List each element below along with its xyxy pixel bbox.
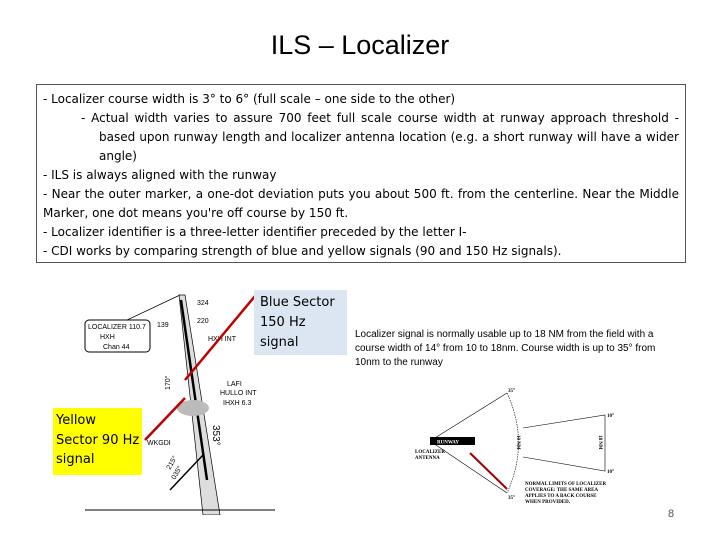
callout-line: 150 Hz bbox=[260, 315, 306, 330]
distance-label: 10 NM bbox=[515, 435, 520, 450]
approach-chart-image: LOCALIZER 110.7 HXH Chan 44 324 220 139 … bbox=[84, 294, 275, 515]
page-number: 8 bbox=[668, 508, 675, 520]
caption-line: NORMAL LIMITS OF LOCALIZER bbox=[525, 482, 606, 487]
angle-label: 10° bbox=[607, 414, 614, 419]
caption-line: APPLIES TO A BACK COURSE bbox=[525, 494, 597, 499]
bullet: - Localizer identifier is a three-letter… bbox=[43, 225, 467, 239]
yellow-arrow bbox=[144, 397, 186, 441]
distance-label: 18 NM bbox=[597, 435, 602, 450]
angle-label: 35° bbox=[508, 496, 515, 501]
chart-label: LAFI bbox=[227, 381, 242, 388]
sub-bullet: - Actual width varies to assure 700 feet… bbox=[81, 111, 679, 163]
chart-label: 220 bbox=[197, 318, 209, 325]
antenna-label: ANTENNA bbox=[415, 456, 440, 461]
bullet: - Localizer course width is 3° to 6° (fu… bbox=[43, 92, 456, 106]
runway-label: RUNWAY bbox=[437, 441, 459, 446]
callout-line: signal bbox=[260, 335, 299, 350]
chart-label: WKGDI bbox=[147, 440, 171, 447]
caption-line: WHEN PROVIDED. bbox=[525, 500, 571, 505]
chart-label: 353° bbox=[210, 425, 221, 446]
callout-line: Sector 90 Hz bbox=[56, 432, 140, 448]
localizer-coverage-diagram: RUNWAY LOCALIZER ANTENNA 35° 35° 10° 10°… bbox=[415, 389, 614, 505]
antenna-label: LOCALIZER bbox=[415, 450, 445, 455]
chart-label: 170° bbox=[164, 375, 172, 390]
angle-label: 10° bbox=[607, 470, 614, 475]
bullet-box: - Localizer course width is 3° to 6° (fu… bbox=[36, 84, 686, 263]
angle-label: 35° bbox=[508, 389, 515, 394]
chart-label: 324 bbox=[197, 300, 209, 307]
bullet: - Near the outer marker, a one-dot devia… bbox=[43, 187, 679, 220]
bullet: - ILS is always aligned with the runway bbox=[43, 168, 277, 182]
chart-label: HULLO INT bbox=[220, 390, 257, 397]
chart-label: 139 bbox=[157, 322, 169, 329]
caption-line: COVERAGE: THE SAME AREA bbox=[525, 488, 599, 493]
chart-label: Chan 44 bbox=[103, 344, 130, 351]
chart-label: HXH bbox=[100, 334, 115, 341]
coverage-arrow bbox=[469, 452, 508, 490]
coverage-note: Localizer signal is normally usable up t… bbox=[355, 329, 656, 368]
yellow-sector-callout: Yellow Sector 90 Hz signal bbox=[53, 408, 142, 475]
callout-line: Yellow bbox=[56, 413, 97, 428]
chart-label: IHXH 6.3 bbox=[223, 400, 252, 407]
bullet: - CDI works by comparing strength of blu… bbox=[43, 244, 562, 258]
callout-line: Blue Sector bbox=[260, 295, 335, 310]
slide-title: ILS – Localizer bbox=[270, 30, 450, 60]
blue-sector-callout: Blue Sector 150 Hz signal bbox=[254, 290, 347, 355]
chart-label: LOCALIZER 110.7 bbox=[88, 324, 146, 331]
blue-arrow bbox=[184, 295, 256, 381]
callout-line: signal bbox=[56, 452, 95, 467]
